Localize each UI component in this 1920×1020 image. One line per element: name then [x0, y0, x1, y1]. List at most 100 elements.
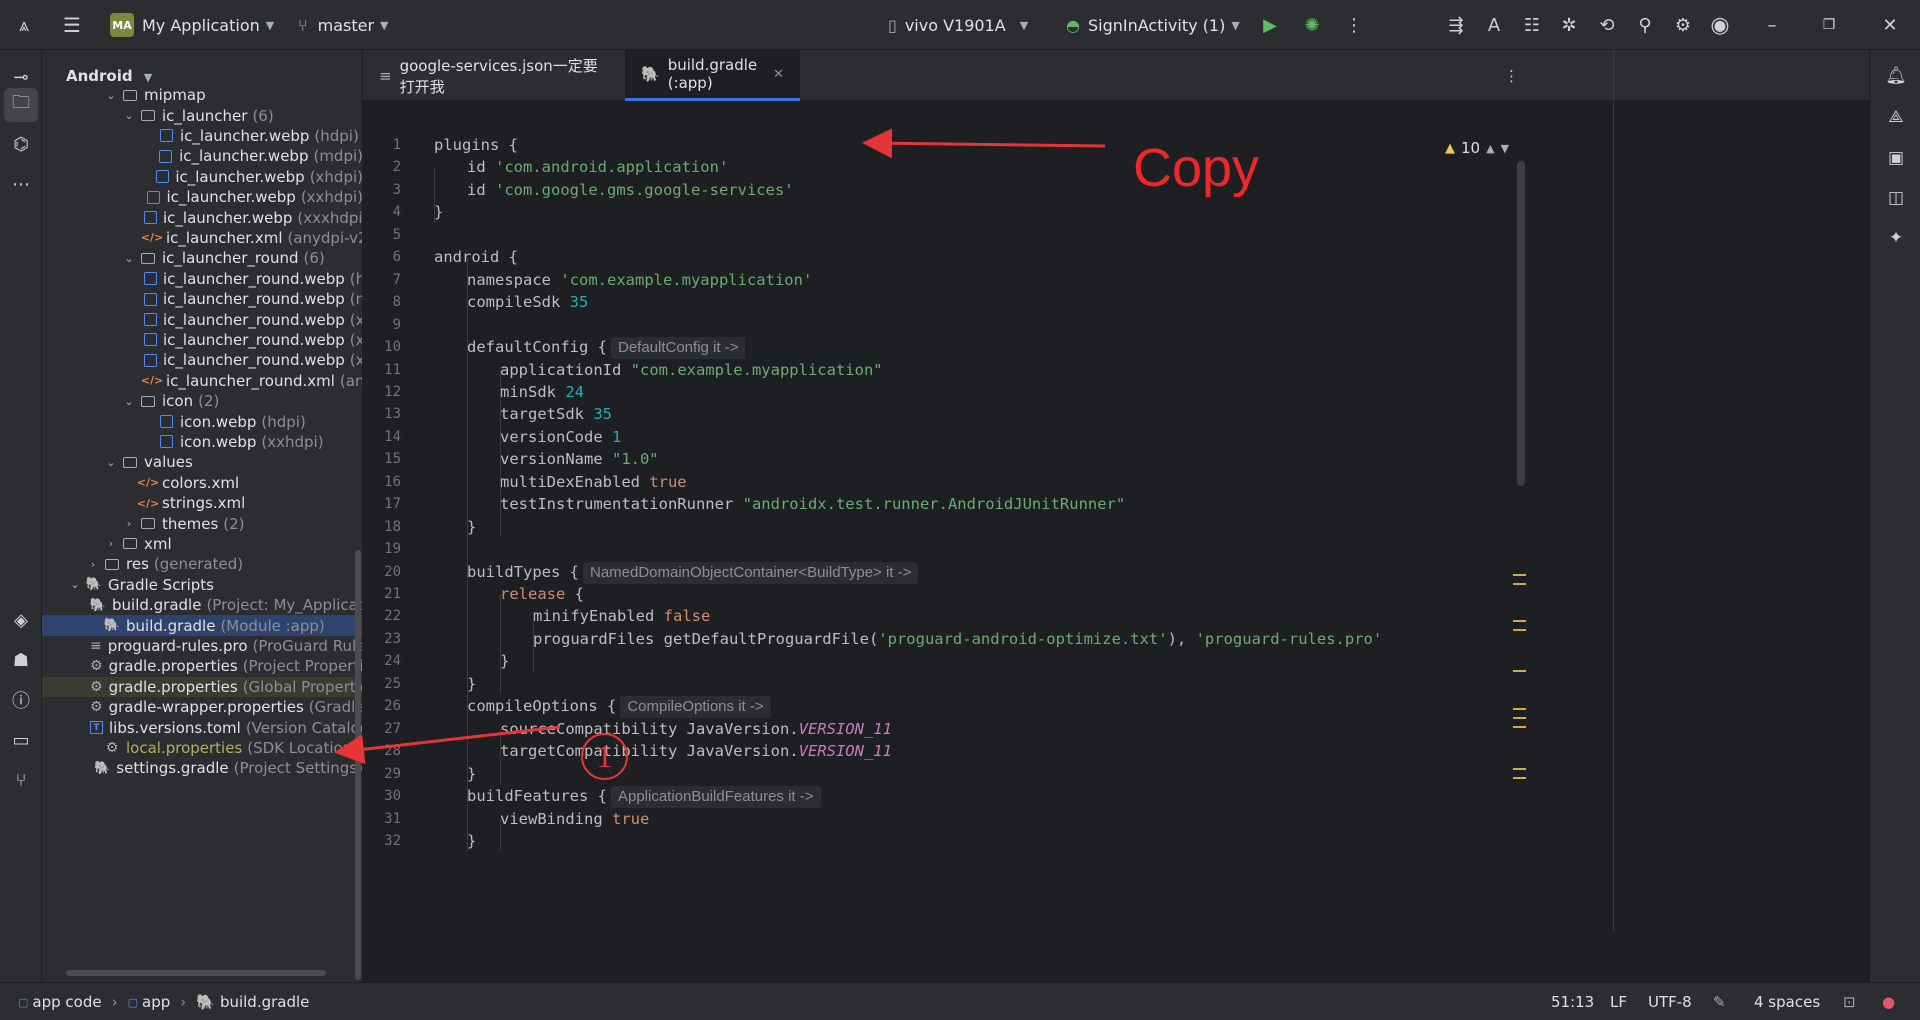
sync-list-icon[interactable]: ☷: [1520, 13, 1544, 37]
warning-marker[interactable]: [1513, 768, 1526, 770]
chevron-down-icon[interactable]: ⌄: [122, 252, 136, 265]
tree-row[interactable]: ic_launcher_round.webp (xxxhdpi): [42, 350, 362, 370]
code-line[interactable]: namespace 'com.example.myapplication': [467, 269, 812, 291]
tree-row[interactable]: ⌄ values: [42, 452, 362, 472]
tree-row[interactable]: ic_launcher_round.webp (hdpi): [42, 269, 362, 289]
warning-marker[interactable]: [1513, 726, 1526, 728]
warning-marker[interactable]: [1513, 717, 1526, 719]
code-line[interactable]: }: [467, 673, 476, 695]
code-line[interactable]: }: [434, 201, 443, 223]
tree-row[interactable]: </>ic_launcher_round.xml(anydpi-v26): [42, 371, 362, 391]
code-line[interactable]: }: [467, 830, 476, 852]
code-line[interactable]: }: [467, 763, 476, 785]
code-line[interactable]: buildFeatures {ApplicationBuildFeatures …: [467, 785, 821, 809]
tree-row[interactable]: ic_launcher.webp (xxxhdpi): [42, 207, 362, 227]
apply-changes-icon[interactable]: ⇶: [1444, 13, 1468, 37]
code-line[interactable]: versionCode 1: [500, 426, 621, 448]
tree-row[interactable]: </> strings.xml: [42, 493, 362, 513]
code-line[interactable]: versionName "1.0": [500, 448, 659, 470]
tree-row[interactable]: ⌄ ic_launcher_round (6): [42, 248, 362, 268]
code-line[interactable]: multiDexEnabled true: [500, 471, 687, 493]
tree-row[interactable]: 🐘 build.gradle (Module :app): [42, 615, 362, 636]
main-menu-icon[interactable]: ☰: [60, 13, 84, 37]
code-area[interactable]: plugins {id 'com.android.application' id …: [363, 101, 1613, 982]
tree-row[interactable]: ic_launcher_round.webp (xxhdpi): [42, 330, 362, 350]
code-line[interactable]: minSdk 24: [500, 381, 584, 403]
code-line[interactable]: plugins {: [434, 134, 518, 156]
search-icon[interactable]: ⚲: [1633, 13, 1657, 37]
tree-row[interactable]: icon.webp (hdpi): [42, 411, 362, 431]
chevron-right-icon[interactable]: ›: [104, 537, 118, 550]
tree-row[interactable]: ⚙ gradle.properties(Global Properties): [42, 676, 362, 697]
commit-icon[interactable]: ⊸: [9, 65, 33, 89]
project-horizontal-scrollbar[interactable]: [66, 970, 326, 976]
code-line[interactable]: minifyEnabled false: [533, 605, 710, 627]
tree-row[interactable]: ≡ proguard-rules.pro(ProGuard Rules for "…: [42, 636, 362, 656]
logcat-icon[interactable]: ☗: [9, 648, 33, 672]
more-actions-icon[interactable]: ⋮: [1342, 13, 1366, 37]
power-save-icon[interactable]: ✎: [1713, 983, 1726, 1020]
tab-options-icon[interactable]: ⋮: [1488, 50, 1535, 101]
editor-scrollbar[interactable]: [1517, 161, 1525, 486]
chevron-down-icon[interactable]: ⌄: [104, 89, 118, 102]
inspection-widget[interactable]: ▲ 10 ▲ ▼: [1445, 139, 1509, 157]
gem-icon[interactable]: ◈: [9, 608, 33, 632]
error-icon[interactable]: ●: [1882, 983, 1895, 1020]
warning-marker[interactable]: [1513, 629, 1526, 631]
restore-icon[interactable]: ❐: [1817, 13, 1841, 37]
tree-row[interactable]: Tlibs.versions.toml(Version Catalog "lib…: [42, 717, 362, 737]
tree-row[interactable]: ic_launcher.webp (hdpi): [42, 126, 362, 146]
translate-icon[interactable]: A: [1482, 13, 1506, 37]
tree-row[interactable]: ic_launcher.webp (xxhdpi): [42, 187, 362, 207]
tree-row[interactable]: </> colors.xml: [42, 473, 362, 493]
tree-row[interactable]: ⌄ icon (2): [42, 391, 362, 411]
file-encoding[interactable]: UTF-8: [1648, 983, 1692, 1020]
chevron-down-icon[interactable]: ▼: [1501, 142, 1509, 155]
tree-row[interactable]: 🐘 build.gradle(Project: My_Application): [42, 595, 362, 615]
notifications-icon[interactable]: 🔔︎: [1884, 64, 1908, 88]
tree-row[interactable]: ic_launcher_round.webp (xhdpi): [42, 309, 362, 329]
tree-row[interactable]: ⚙ gradle.properties(Project Properties): [42, 656, 362, 676]
problems-icon[interactable]: ⓘ: [9, 688, 33, 712]
tree-row[interactable]: › res (generated): [42, 554, 362, 574]
tree-row[interactable]: ⌄ mipmap: [42, 85, 362, 105]
branch-selector[interactable]: ⑂ master ▼: [298, 0, 389, 50]
tree-row[interactable]: › themes (2): [42, 513, 362, 533]
project-selector[interactable]: MA My Application ▼: [110, 0, 274, 50]
git-icon[interactable]: ⑂: [9, 768, 33, 792]
bug-icon[interactable]: ✲: [1557, 13, 1581, 37]
code-line[interactable]: id 'com.android.application': [467, 156, 728, 178]
minimize-icon[interactable]: –: [1760, 13, 1784, 37]
project-view-selector[interactable]: Android ▼: [66, 67, 152, 85]
code-line[interactable]: release {: [500, 583, 584, 605]
tree-row[interactable]: </>ic_launcher.xml(anydpi-v26): [42, 228, 362, 248]
code-line[interactable]: android {: [434, 246, 518, 268]
breadcrumb-item[interactable]: app: [142, 993, 170, 1011]
chevron-right-icon[interactable]: ›: [86, 558, 100, 571]
code-line[interactable]: applicationId "com.example.myapplication…: [500, 359, 883, 381]
line-separator[interactable]: LF: [1610, 983, 1627, 1020]
tree-row[interactable]: ⌄ ic_launcher (6): [42, 105, 362, 125]
project-folder-icon[interactable]: 🗀: [4, 88, 38, 122]
chevron-up-icon[interactable]: ▲: [1486, 142, 1494, 155]
chevron-down-icon[interactable]: ⌄: [68, 578, 82, 591]
project-scrollbar[interactable]: [355, 550, 361, 980]
code-line[interactable]: buildTypes {NamedDomainObjectContainer<B…: [467, 561, 919, 584]
tab-google-services[interactable]: ≡ google-services.json一定要打开我: [363, 50, 625, 101]
device-manager-icon[interactable]: ▣: [1884, 146, 1908, 170]
close-tab-icon[interactable]: ✕: [773, 67, 784, 82]
code-line[interactable]: targetSdk 35: [500, 403, 612, 425]
indent-setting[interactable]: 4 spaces: [1754, 983, 1820, 1020]
tree-row[interactable]: 🐘 settings.gradle (Project Settings): [42, 758, 362, 778]
gradle-sync-icon[interactable]: ⟲: [1595, 13, 1619, 37]
breadcrumb-item[interactable]: app code: [32, 993, 101, 1011]
code-line[interactable]: testInstrumentationRunner "androidx.test…: [500, 493, 1125, 515]
warning-marker[interactable]: [1513, 620, 1526, 622]
chevron-down-icon[interactable]: ⌄: [122, 109, 136, 122]
account-icon[interactable]: ◉: [1708, 13, 1732, 38]
debug-icon[interactable]: ✺: [1300, 13, 1324, 37]
device-selector[interactable]: ▯ vivo V1901A ▼: [888, 0, 1028, 50]
tree-row[interactable]: ⚙gradle-wrapper.properties(Gradle Versio…: [42, 697, 362, 717]
gradle-icon[interactable]: ⟁: [1884, 105, 1908, 129]
structure-icon[interactable]: ⌬: [9, 132, 33, 156]
